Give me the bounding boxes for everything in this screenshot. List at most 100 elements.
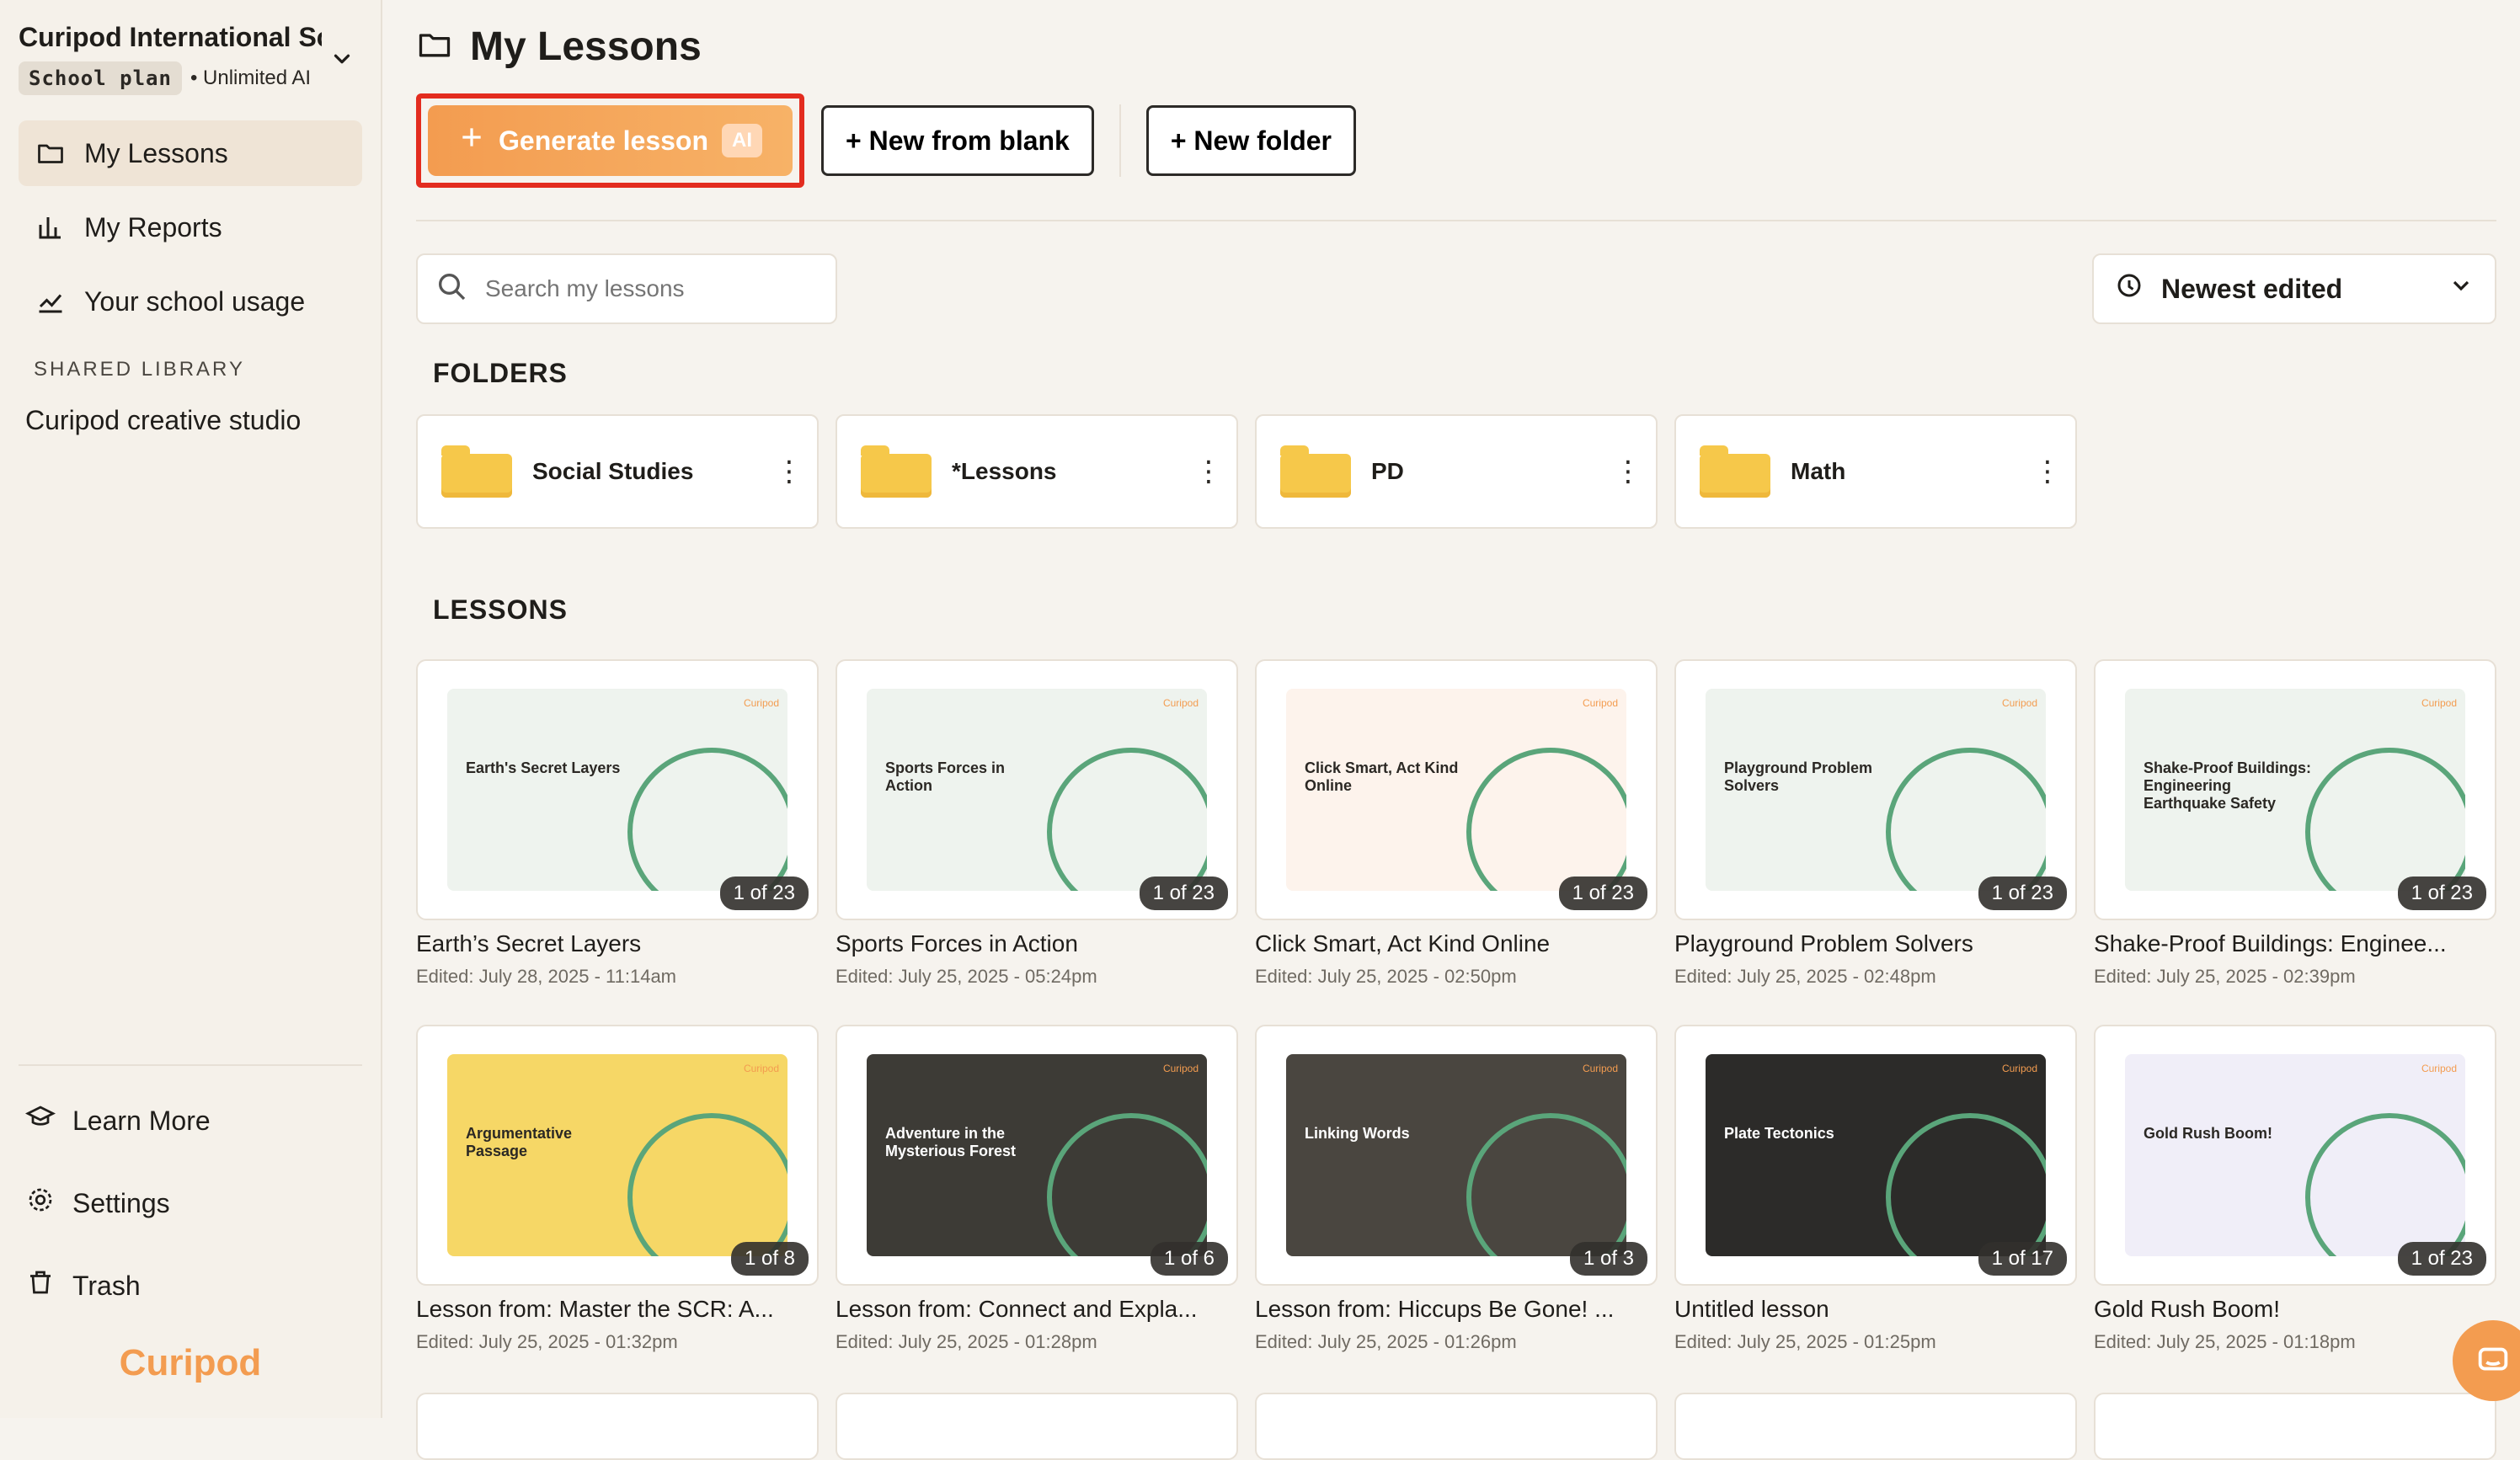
folder-card[interactable]: PD ⋮ [1255, 414, 1658, 529]
lesson-thumbnail[interactable]: Curipod Plate Tectonics 1 of 17 [1674, 1025, 2077, 1286]
lesson-card[interactable]: Curipod Playground Problem Solvers 1 of … [1674, 659, 2077, 988]
sidebar-divider [19, 1064, 362, 1066]
folder-name: *Lessons [952, 458, 1057, 484]
chevron-down-icon [2448, 272, 2475, 306]
folder-name: Math [1791, 458, 1846, 484]
lesson-title[interactable]: Gold Rush Boom! [2094, 1296, 2496, 1323]
search-box[interactable] [416, 253, 837, 324]
curipod-mini-logo: Curipod [2421, 697, 2457, 709]
curipod-mini-logo: Curipod [2001, 697, 2037, 709]
sidebar-item-school-usage[interactable]: Your school usage [19, 269, 362, 334]
lessons-heading: LESSONS [433, 594, 568, 625]
sidebar-item-label: My Lessons [84, 137, 228, 168]
lesson-slide-preview: Curipod Earth's Secret Layers [447, 689, 788, 891]
chevron-down-icon[interactable] [322, 39, 362, 79]
slide-image-circle [1047, 748, 1207, 891]
slide-image-circle [1047, 1113, 1207, 1256]
lesson-title[interactable]: Lesson from: Connect and Expla... [836, 1296, 1238, 1323]
more-options-icon[interactable]: ⋮ [1614, 457, 1642, 486]
generate-lesson-button[interactable]: Generate lesson AI [428, 105, 793, 176]
sidebar-item-settings[interactable]: Settings [19, 1162, 362, 1244]
lesson-title[interactable]: Playground Problem Solvers [1674, 930, 2077, 957]
lesson-title[interactable]: Untitled lesson [1674, 1296, 2077, 1323]
slide-title: Playground Problem Solvers [1724, 759, 1873, 794]
org-switcher[interactable]: Curipod International Sc School plan • U… [19, 0, 362, 95]
graduation-cap-icon [24, 1102, 56, 1139]
sidebar: Curipod International Sc School plan • U… [0, 0, 382, 1418]
folder-card[interactable]: Math ⋮ [1674, 414, 2077, 529]
lesson-edited: Edited: July 25, 2025 - 01:26pm [1255, 1331, 1517, 1352]
lesson-edited: Edited: July 25, 2025 - 01:18pm [2094, 1331, 2356, 1352]
lesson-title[interactable]: Sports Forces in Action [836, 930, 1238, 957]
lesson-card[interactable] [416, 1393, 819, 1460]
lesson-title[interactable]: Earth’s Secret Layers [416, 930, 819, 957]
lesson-card[interactable]: Curipod Earth's Secret Layers 1 of 23 Ea… [416, 659, 819, 988]
lesson-thumbnail[interactable]: Curipod Click Smart, Act Kind Online 1 o… [1255, 659, 1658, 920]
sort-left: Newest edited [2114, 270, 2342, 307]
lesson-thumbnail[interactable]: Curipod Earth's Secret Layers 1 of 23 [416, 659, 819, 920]
lesson-slide-preview: Curipod Sports Forces in Action [867, 689, 1207, 891]
app-root: Curipod International Sc School plan • U… [0, 0, 2520, 1460]
lesson-card[interactable] [2094, 1393, 2496, 1460]
lesson-edited: Edited: July 25, 2025 - 02:48pm [1674, 966, 1936, 987]
lesson-slide-preview: Curipod Plate Tectonics [1706, 1054, 2046, 1256]
lesson-card[interactable]: Curipod Plate Tectonics 1 of 17 Untitled… [1674, 1025, 2077, 1353]
lesson-card[interactable]: Curipod Sports Forces in Action 1 of 23 … [836, 659, 1238, 988]
more-options-icon[interactable]: ⋮ [2033, 457, 2062, 486]
sidebar-item-trash[interactable]: Trash [19, 1244, 362, 1327]
slide-count-badge: 1 of 6 [1150, 1242, 1228, 1276]
lesson-thumbnail[interactable]: Curipod Gold Rush Boom! 1 of 23 [2094, 1025, 2496, 1286]
lesson-thumbnail[interactable]: Curipod Shake-Proof Buildings: Engineeri… [2094, 659, 2496, 920]
lesson-thumbnail[interactable]: Curipod Sports Forces in Action 1 of 23 [836, 659, 1238, 920]
lesson-card[interactable] [1674, 1393, 2077, 1460]
slide-title: Earth's Secret Layers [466, 759, 621, 776]
folder-left: *Lessons [861, 445, 1057, 498]
more-options-icon[interactable]: ⋮ [775, 457, 804, 486]
lesson-card[interactable] [836, 1393, 1238, 1460]
sidebar-item-learn-more[interactable]: Learn More [19, 1079, 362, 1162]
folder-card[interactable]: *Lessons ⋮ [836, 414, 1238, 529]
slide-title: Shake-Proof Buildings: Engineering Earth… [2144, 759, 2312, 812]
new-folder-button[interactable]: + New folder [1145, 105, 1356, 176]
slide-count-badge: 1 of 8 [730, 1242, 809, 1276]
sidebar-item-label: Learn More [72, 1105, 211, 1136]
folder-icon [441, 445, 512, 498]
folder-left: Social Studies [441, 445, 693, 498]
slide-count-badge: 1 of 23 [2397, 1242, 2486, 1276]
sidebar-item-creative-studio[interactable]: Curipod creative studio [25, 405, 362, 436]
lesson-card[interactable] [1255, 1393, 1658, 1460]
header-divider [416, 220, 2496, 221]
lesson-card[interactable]: Curipod Shake-Proof Buildings: Engineeri… [2094, 659, 2496, 988]
sidebar-item-my-lessons[interactable]: My Lessons [19, 120, 362, 186]
lesson-thumbnail[interactable]: Curipod Argumentative Passage 1 of 8 [416, 1025, 819, 1286]
slide-title: Argumentative Passage [466, 1125, 573, 1159]
lesson-thumbnail[interactable]: Curipod Playground Problem Solvers 1 of … [1674, 659, 2077, 920]
plan-note: • Unlimited AI [190, 67, 312, 89]
slide-image-circle [627, 748, 788, 891]
sort-dropdown[interactable]: Newest edited [2092, 253, 2496, 324]
more-options-icon[interactable]: ⋮ [1194, 457, 1223, 486]
lesson-thumbnail[interactable]: Curipod Linking Words 1 of 3 [1255, 1025, 1658, 1286]
lesson-title[interactable]: Lesson from: Hiccups Be Gone! ... [1255, 1296, 1658, 1323]
folder-icon [416, 26, 453, 67]
search-input[interactable] [483, 274, 804, 303]
new-from-blank-button[interactable]: + New from blank [821, 105, 1094, 176]
lesson-slide-preview: Curipod Shake-Proof Buildings: Engineeri… [2125, 689, 2465, 891]
lesson-title[interactable]: Shake-Proof Buildings: Enginee... [2094, 930, 2496, 957]
lesson-card[interactable]: Curipod Argumentative Passage 1 of 8 Les… [416, 1025, 819, 1353]
lesson-card[interactable]: Curipod Adventure in the Mysterious Fore… [836, 1025, 1238, 1353]
lesson-title[interactable]: Lesson from: Master the SCR: A... [416, 1296, 819, 1323]
folder-card[interactable]: Social Studies ⋮ [416, 414, 819, 529]
lesson-card[interactable]: Curipod Gold Rush Boom! 1 of 23 Gold Rus… [2094, 1025, 2496, 1353]
lesson-card[interactable]: Curipod Click Smart, Act Kind Online 1 o… [1255, 659, 1658, 988]
folder-icon [34, 136, 67, 170]
main-content: My Lessons Generate lesson AI + New from… [382, 0, 2520, 1460]
ai-badge: AI [722, 124, 762, 157]
sidebar-item-my-reports[interactable]: My Reports [19, 194, 362, 260]
chat-button[interactable] [2453, 1320, 2520, 1401]
lesson-title[interactable]: Click Smart, Act Kind Online [1255, 930, 1658, 957]
lesson-thumbnail[interactable]: Curipod Adventure in the Mysterious Fore… [836, 1025, 1238, 1286]
org-info: Curipod International Sc School plan • U… [19, 22, 322, 95]
shared-library-label: SHARED LIBRARY [34, 358, 245, 381]
lesson-card[interactable]: Curipod Linking Words 1 of 3 Lesson from… [1255, 1025, 1658, 1353]
